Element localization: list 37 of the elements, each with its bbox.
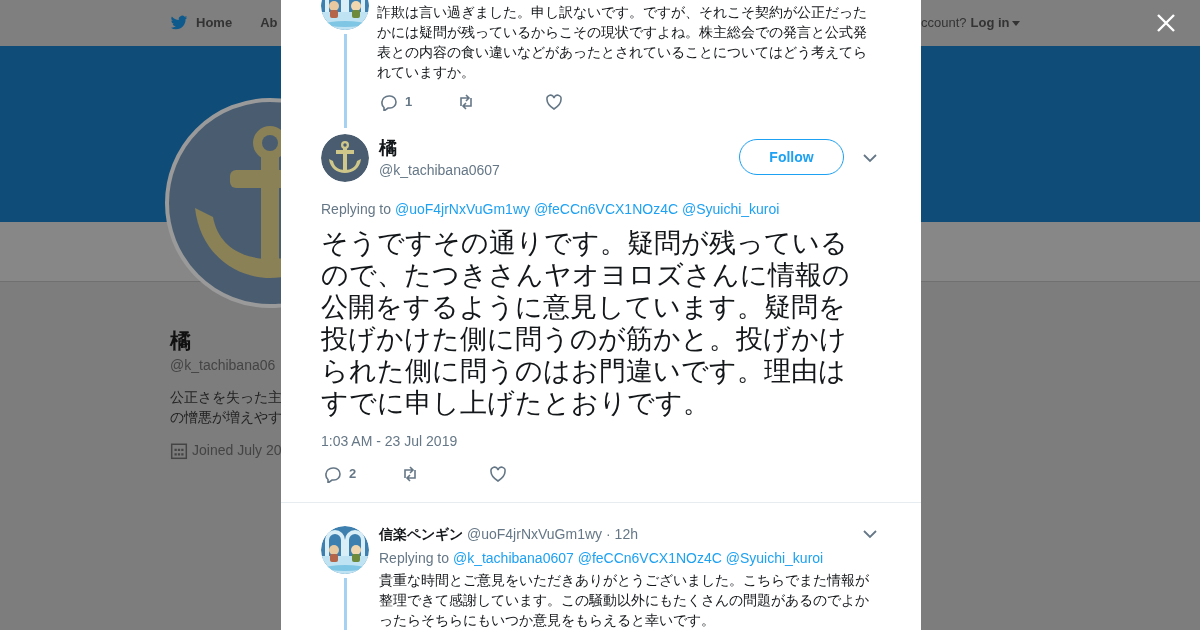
profile-name: 橘 (170, 328, 192, 354)
user-name: 橘 (379, 137, 398, 160)
mention-link[interactable]: @feCCn6VCX1NOz4C (533, 201, 679, 217)
user-handle: @uoF4jrNxVuGm1wy (467, 525, 603, 544)
reply-count: 1 (405, 93, 413, 112)
profile-handle: @k_tachibana06 (170, 356, 277, 375)
nav-link[interactable]: Ab (260, 13, 278, 33)
login-link[interactable]: Log in (970, 13, 1020, 33)
like-icon[interactable] (545, 93, 564, 111)
bio-text: 公正さを失った主 (170, 388, 281, 407)
mention-link[interactable]: @feCCn6VCX1NOz4C (577, 550, 722, 566)
bio-text: の憎悪が増えやす (170, 408, 281, 427)
user-handle: @k_tachibana0607 (379, 161, 500, 180)
nav-link[interactable]: Home (196, 13, 233, 33)
anchor-avatar (321, 134, 369, 182)
mention-link[interactable]: @k_tachibana0607 (452, 550, 574, 566)
tweet-text: そうですその通りです。疑問が残っているので、たつきさんヤオヨロズさんに情報の公開をするように意見しています。疑問を投げかけた側に問うのが筋かと。投げかけられた側に問うのはお門違いです。理由はすでに申し上げたとおりです。 (321, 227, 851, 419)
close-icon[interactable] (1156, 13, 1176, 33)
tweet-text: 貴重な時間とご意見をいただきありがとうございました。こちらでまた情報が整理できて感謝しています。この騒動以外にもたくさんの問題があるのでよかったらそちらにもいつか意見をもらえると幸いです。 (379, 571, 870, 630)
mention-link[interactable]: @Syuichi_kuroi (681, 201, 780, 217)
tweet-time: · 12h (606, 525, 638, 544)
reply-icon[interactable] (379, 93, 397, 111)
reply-icon[interactable] (323, 465, 341, 483)
tweet-text: 詐欺は言い過ぎました。申し訳ないです。ですが、それこそ契約が公正だったかには疑問が残っているからこその現状ですよね。株主総会での発言と公式発表との内容の食い違いなどがあったとされていることについてはどう考えてられていますか。 (377, 3, 868, 82)
login-prompt: ccount? (921, 14, 967, 33)
timestamp: 1:03 AM - 23 Jul 2019 (321, 432, 459, 451)
caret-down-icon (1011, 20, 1020, 26)
replying-to-text: Replying to @k_tachibana0607 @feCCn6VCX1NOz4C @Syuichi_kuroi (379, 549, 825, 568)
like-icon[interactable] (489, 465, 508, 483)
reply-count: 2 (349, 465, 357, 484)
replying-to-text: Replying to @uoF4jrNxVuGm1wy @feCCn6VCX1NOz4C @Syuichi_kuroi (321, 200, 781, 219)
follow-button[interactable]: Follow (739, 139, 844, 175)
calendar-icon (170, 441, 188, 460)
joined-date: Joined July 20 (192, 441, 281, 460)
user-name: 信楽ペンギン (379, 525, 463, 544)
mention-link[interactable]: @uoF4jrNxVuGm1wy (394, 201, 530, 217)
mention-link[interactable]: @Syuichi_kuroi (725, 550, 824, 566)
